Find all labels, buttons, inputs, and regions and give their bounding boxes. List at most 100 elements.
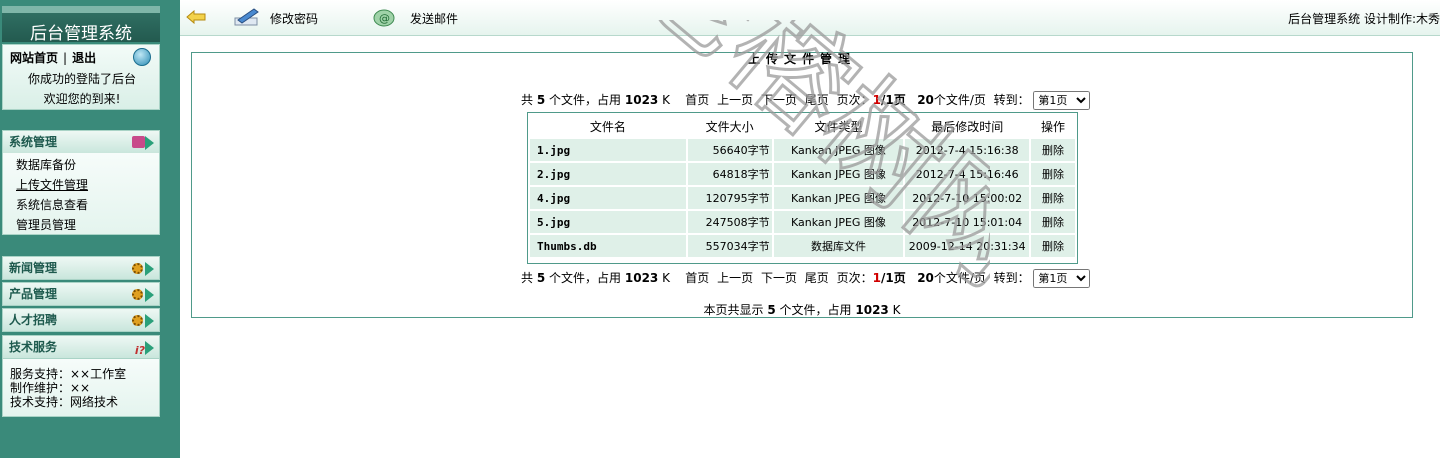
file-type: Kankan JPEG 图像: [773, 163, 904, 185]
pager-prev[interactable]: 上一页: [717, 271, 753, 285]
home-link[interactable]: 网站首页: [10, 51, 58, 65]
pager-next[interactable]: 下一页: [761, 271, 797, 285]
menu-item-upload-files[interactable]: 上传文件管理: [16, 176, 88, 193]
section-header-jobs[interactable]: 人才招聘: [2, 308, 160, 332]
table-row: 4.jpg 120795字节 Kankan JPEG 图像 2012-7-10 …: [530, 187, 1075, 209]
pager-total-mid: 个文件，占用: [549, 271, 622, 285]
table-header-row: 文件名 文件大小 文件类型 最后修改时间 操作: [530, 115, 1075, 137]
file-table: 文件名 文件大小 文件类型 最后修改时间 操作 1.jpg 56640字节 Ka…: [527, 112, 1078, 264]
sidebar: 后台管理系统 网站首页 | 退出 你成功的登陆了后台 欢迎您的到来! 系统管理 数据…: [0, 0, 180, 458]
pager-size-unit: K: [662, 93, 670, 107]
menu-item-admin-manage[interactable]: 管理员管理: [16, 216, 76, 233]
welcome-line-1: 你成功的登陆了后台: [27, 72, 136, 86]
pager-top: 共 5 个文件，占用 1023 K 首页 上一页 下一页 尾页 页次：1/1页 …: [521, 91, 1091, 110]
summary-unit: K: [892, 303, 901, 317]
pager-goto-label: 转到：: [993, 271, 1030, 285]
page-title: 上传文件管理: [192, 53, 1412, 65]
pager-total-mid: 个文件，占用: [549, 93, 622, 107]
section-label-system: 系统管理: [9, 135, 58, 149]
page-select[interactable]: 第1页: [1033, 269, 1091, 288]
back-arrow-icon[interactable]: [186, 10, 206, 24]
section-label-news: 新闻管理: [9, 261, 58, 275]
section-header-system[interactable]: 系统管理: [2, 130, 160, 154]
col-header-size: 文件大小: [687, 115, 772, 137]
pager-size-unit: K: [662, 271, 670, 285]
page-title-text: 上传文件管理: [747, 52, 856, 66]
section-header-product[interactable]: 产品管理: [2, 282, 160, 306]
file-name[interactable]: 5.jpg: [530, 211, 686, 233]
col-header-op: 操作: [1031, 115, 1075, 137]
section-header-news[interactable]: 新闻管理: [2, 256, 160, 280]
menu-item-system-info[interactable]: 系统信息查看: [16, 196, 88, 213]
pager-file-count: 5: [536, 93, 546, 107]
pager-last[interactable]: 尾页: [805, 93, 829, 107]
file-date: 2012-7-10 15:01:04: [905, 211, 1030, 233]
delete-link[interactable]: 删除: [1031, 187, 1075, 209]
pager-current-page: 1: [872, 271, 881, 285]
gear-icon: [132, 315, 143, 326]
summary-prefix: 本页共显示: [703, 303, 764, 317]
file-type: Kankan JPEG 图像: [773, 211, 904, 233]
tech-line-3: 技术支持：网络技术: [10, 395, 119, 409]
pager-file-count: 5: [536, 271, 546, 285]
table-row: Thumbs.db 557034字节 数据库文件 2009-12-14 20:3…: [530, 235, 1075, 257]
file-size: 56640字节: [687, 139, 772, 161]
col-header-name: 文件名: [530, 115, 686, 137]
page-summary: 本页共显示 5 个文件，占用 1023 K: [192, 301, 1412, 318]
upload-file-panel: 上传文件管理 共 5 个文件，占用 1023 K 首页 上一页 下一页 尾页 页…: [191, 52, 1413, 318]
welcome-line-2: 欢迎您的到来!: [43, 92, 121, 106]
tech-service-info: 服务支持：××工作室 制作维护：×× 技术支持：网络技术: [2, 359, 160, 417]
section-label-jobs: 人才招聘: [9, 313, 58, 327]
file-size: 64818字节: [687, 163, 772, 185]
file-date: 2009-12-14 20:31:34: [905, 235, 1030, 257]
file-type: 数据库文件: [773, 235, 904, 257]
pager-size: 1023: [624, 271, 659, 285]
page-select[interactable]: 第1页: [1033, 91, 1091, 110]
file-date: 2012-7-10 15:00:02: [905, 187, 1030, 209]
send-mail-link[interactable]: 发送邮件: [410, 10, 458, 27]
pager-current-page: 1: [872, 93, 881, 107]
app-title: 后台管理系统: [2, 6, 160, 44]
pager-first[interactable]: 首页: [685, 271, 709, 285]
pager-page-label: 页次：: [836, 271, 873, 285]
pager-next[interactable]: 下一页: [761, 93, 797, 107]
arrow-icon: [145, 262, 154, 276]
pager-last[interactable]: 尾页: [805, 271, 829, 285]
file-size: 120795字节: [687, 187, 772, 209]
file-name[interactable]: Thumbs.db: [530, 235, 686, 257]
file-type: Kankan JPEG 图像: [773, 139, 904, 161]
download-icon: [132, 136, 145, 148]
section-header-tech[interactable]: 技术服务 i?: [2, 335, 160, 359]
section-label-product: 产品管理: [9, 287, 58, 301]
delete-link[interactable]: 删除: [1031, 211, 1075, 233]
pager-first[interactable]: 首页: [685, 93, 709, 107]
pager-prev[interactable]: 上一页: [717, 93, 753, 107]
file-name[interactable]: 1.jpg: [530, 139, 686, 161]
pager-size: 1023: [624, 93, 659, 107]
pager-total-prefix: 共: [521, 271, 534, 285]
pager-per-page-suffix: 个文件/页: [933, 93, 986, 107]
user-links: 网站首页 | 退出: [10, 49, 96, 66]
arrow-icon: [145, 341, 154, 355]
pager-bottom: 共 5 个文件，占用 1023 K 首页 上一页 下一页 尾页 页次：1/1页 …: [521, 269, 1091, 288]
user-panel: 网站首页 | 退出 你成功的登陆了后台 欢迎您的到来!: [2, 44, 160, 110]
file-date: 2012-7-4 15:16:38: [905, 139, 1030, 161]
file-date: 2012-7-4 15:16:46: [905, 163, 1030, 185]
file-name[interactable]: 2.jpg: [530, 163, 686, 185]
logout-link[interactable]: 退出: [72, 51, 96, 65]
delete-link[interactable]: 删除: [1031, 139, 1075, 161]
table-row: 2.jpg 64818字节 Kankan JPEG 图像 2012-7-4 15…: [530, 163, 1075, 185]
svg-text:@: @: [379, 12, 390, 25]
delete-link[interactable]: 删除: [1031, 163, 1075, 185]
file-name[interactable]: 4.jpg: [530, 187, 686, 209]
arrow-icon: [145, 314, 154, 328]
pager-per-page: 20: [917, 271, 934, 285]
col-header-date: 最后修改时间: [905, 115, 1030, 137]
arrow-icon: [145, 136, 154, 150]
table-row: 5.jpg 247508字节 Kankan JPEG 图像 2012-7-10 …: [530, 211, 1075, 233]
menu-item-db-backup[interactable]: 数据库备份: [16, 156, 76, 173]
link-separator: |: [63, 51, 68, 65]
delete-link[interactable]: 删除: [1031, 235, 1075, 257]
file-size: 247508字节: [687, 211, 772, 233]
change-password-link[interactable]: 修改密码: [270, 10, 318, 27]
